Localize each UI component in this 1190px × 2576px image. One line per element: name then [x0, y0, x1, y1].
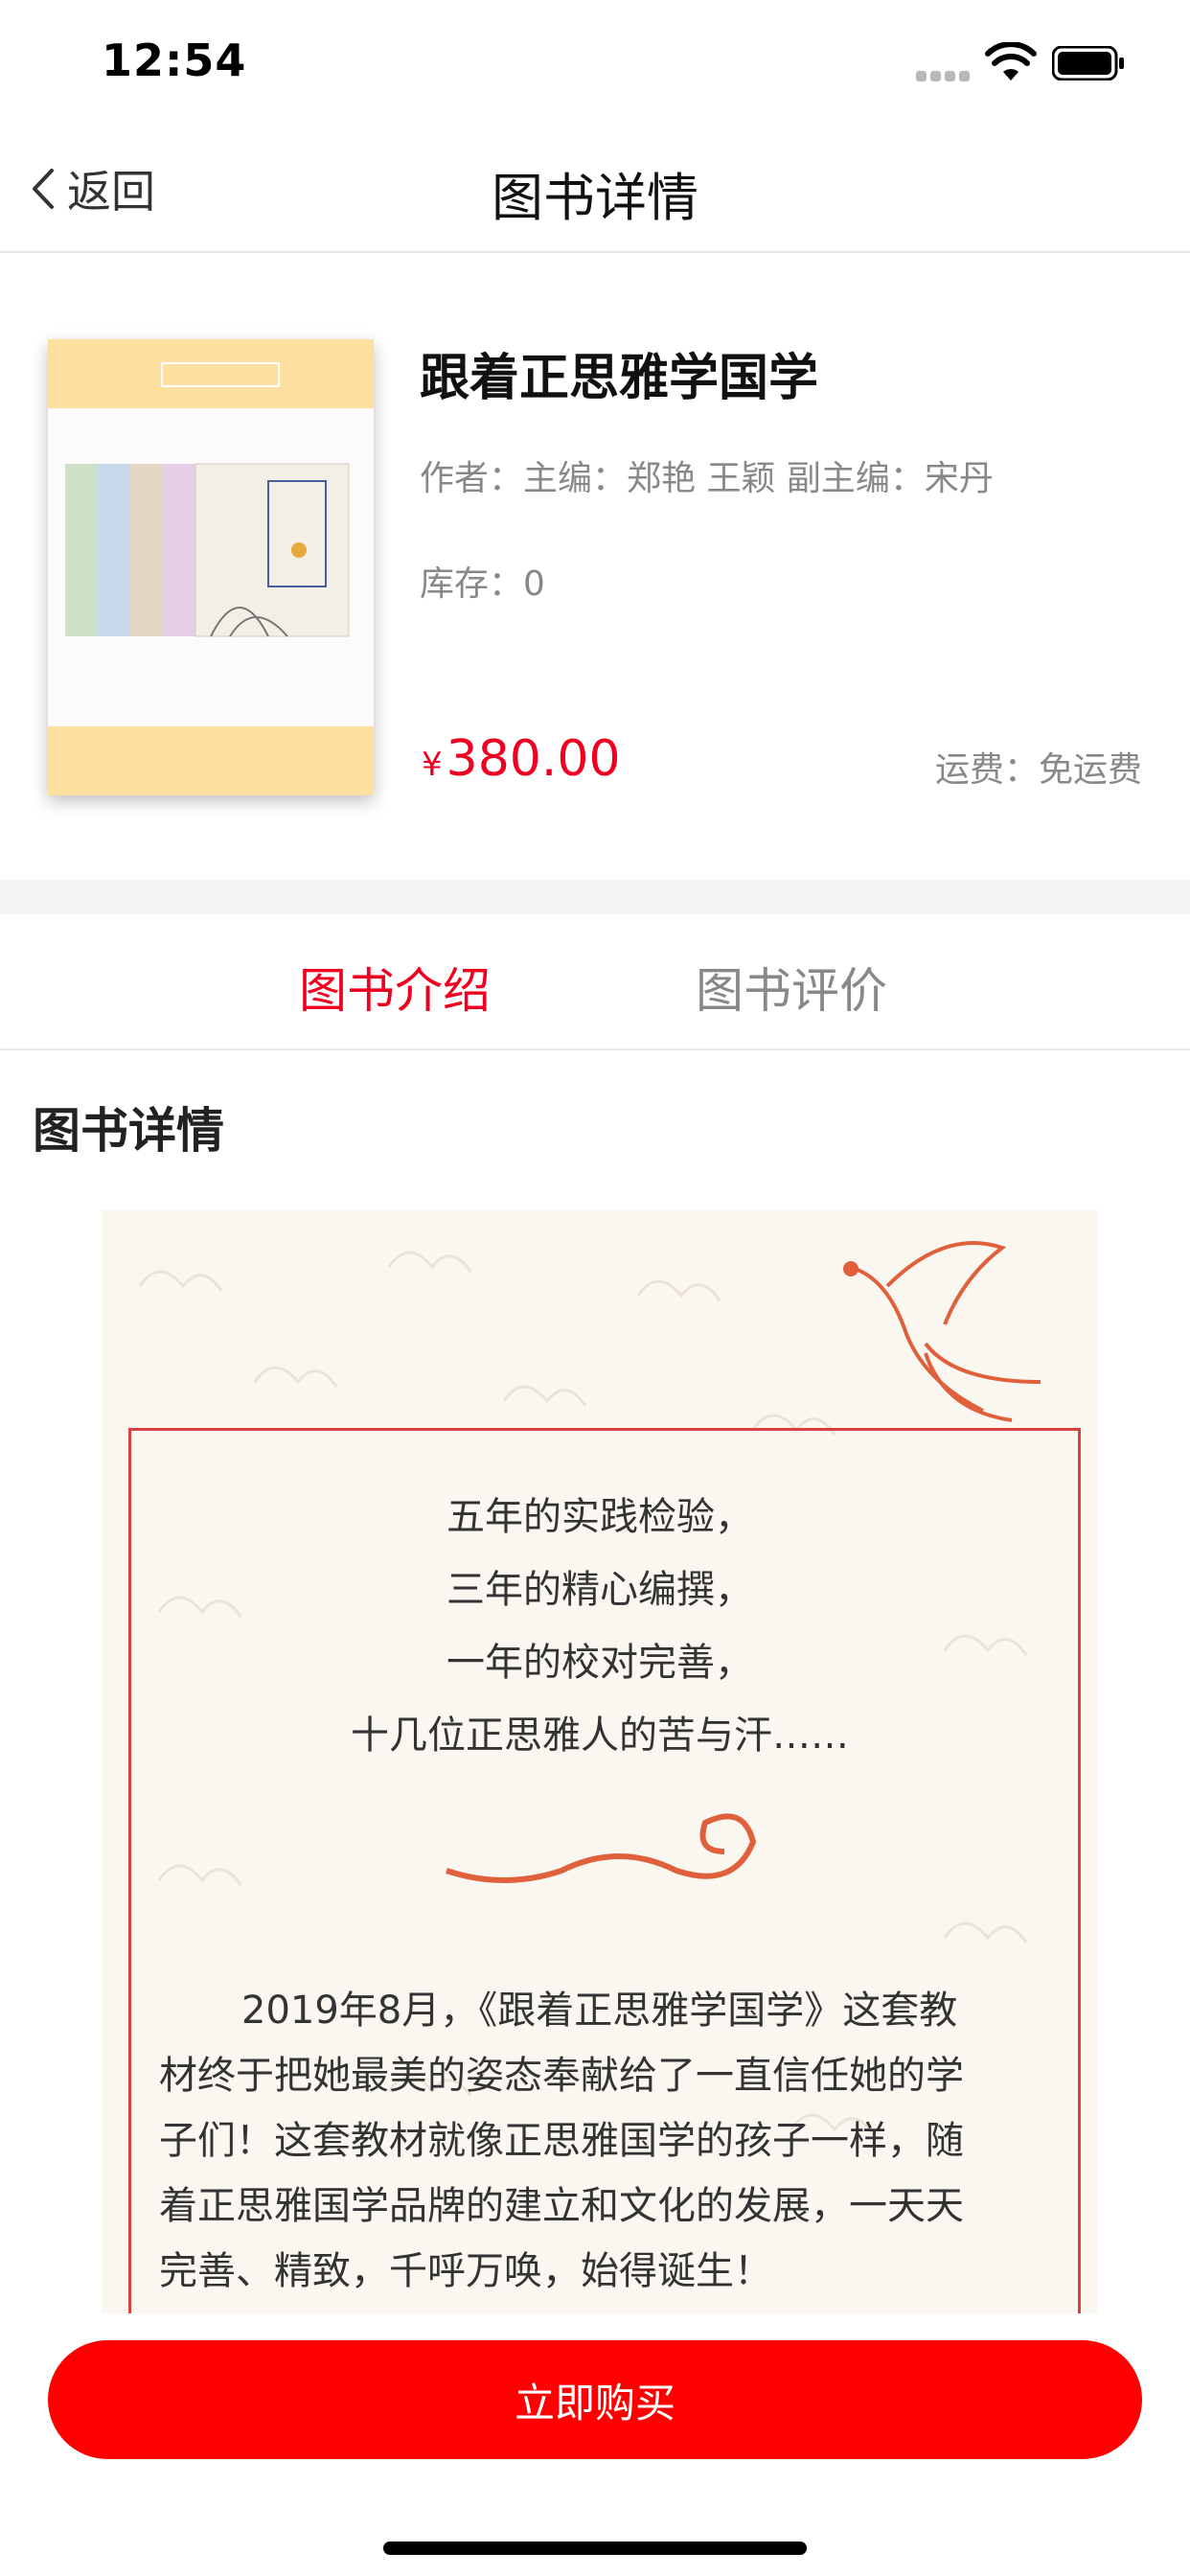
- book-price: ¥380.00: [422, 730, 621, 788]
- tab-book-reviews[interactable]: 图书评价: [696, 953, 887, 1022]
- poem-line: 十几位正思雅人的苦与汗……: [351, 1714, 849, 1758]
- bottom-action-bar: 立即购买: [0, 2313, 1190, 2576]
- book-summary-card: 跟着正思雅学国学 作者：主编：郑艳 王颖 副主编：宋丹 库存：0 ¥380.00…: [0, 253, 1190, 880]
- poem-line: 五年的实践检验，: [446, 1495, 753, 1539]
- section-title: 图书详情: [33, 1103, 224, 1159]
- phoenix-icon: [843, 1241, 1041, 1422]
- page-title: 图书详情: [492, 168, 698, 228]
- shipping-fee: 运费：免运费: [934, 750, 1142, 790]
- buy-now-button[interactable]: 立即购买: [48, 2340, 1142, 2459]
- battery-icon: [1052, 46, 1124, 80]
- book-detail-image: 五年的实践检验， 三年的精心编撰， 一年的校对完善， 十几位正思雅人的苦与汗………: [102, 1209, 1098, 2321]
- paragraph-line: 材终于把她最美的姿态奉献给了一直信任她的学: [159, 2054, 964, 2098]
- poem-line: 一年的校对完善，: [446, 1641, 753, 1685]
- detail-tabs: 图书介绍 图书评价: [0, 914, 1190, 1050]
- book-author: 作者：主编：郑艳 王颖 副主编：宋丹: [420, 459, 994, 498]
- status-bar: 12:54: [0, 0, 1190, 126]
- wifi-icon: [985, 42, 1037, 80]
- home-indicator[interactable]: [383, 2542, 807, 2555]
- poem-line: 三年的精心编撰，: [446, 1568, 753, 1612]
- paragraph-line: 完善、精致，千呼万唤，始得诞生！: [159, 2249, 772, 2293]
- cellular-signal-icon: [916, 67, 973, 81]
- tab-book-intro[interactable]: 图书介绍: [299, 953, 491, 1022]
- paragraph-line: 着正思雅国学品牌的建立和文化的发展，一天天: [159, 2184, 964, 2228]
- price-amount: 380.00: [446, 730, 621, 788]
- currency-symbol: ¥: [422, 746, 443, 784]
- book-cover-image[interactable]: [48, 339, 374, 795]
- status-time: 12:54: [102, 34, 247, 86]
- paragraph-line: 2019年8月，《跟着正思雅学国学》这套教: [241, 1989, 958, 2033]
- book-stock: 库存：0: [420, 564, 545, 604]
- section-divider: [0, 880, 1190, 914]
- paragraph-line: 子们！这套教材就像正思雅国学的孩子一样，随: [159, 2119, 964, 2163]
- book-title: 跟着正思雅学国学: [420, 350, 819, 407]
- navigation-bar: 返回 图书详情: [0, 126, 1190, 253]
